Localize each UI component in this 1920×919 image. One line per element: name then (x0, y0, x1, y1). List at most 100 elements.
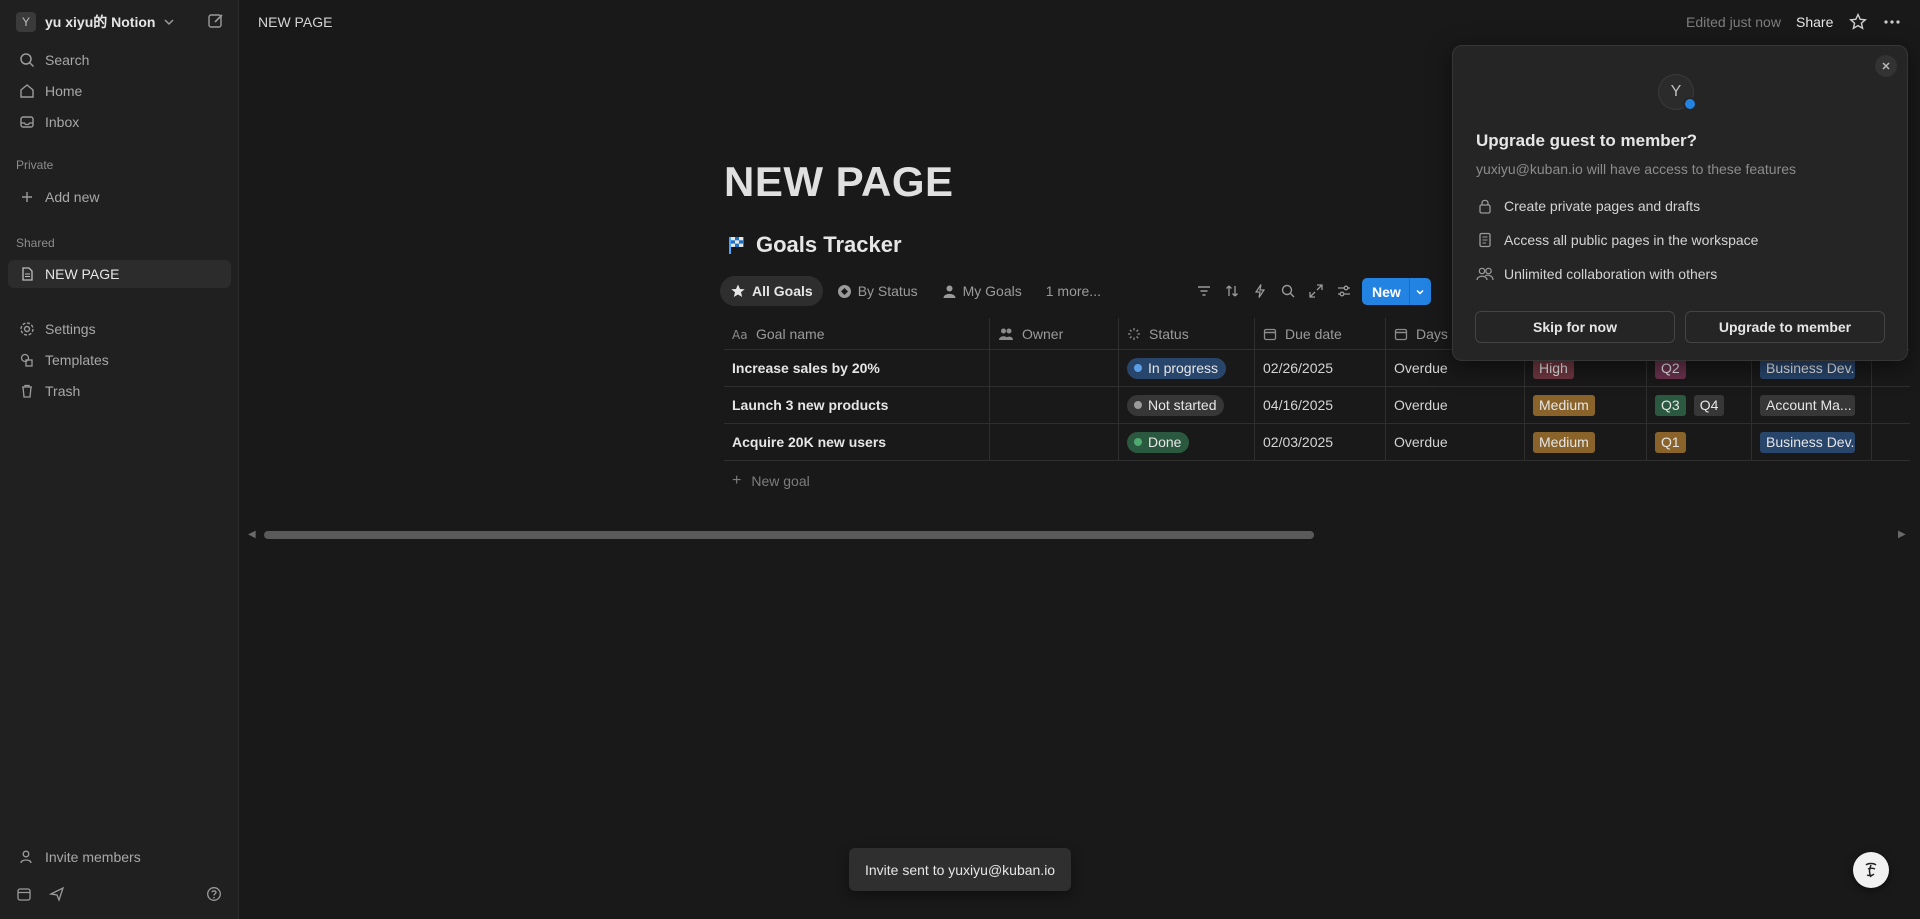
goal-name: Launch 3 new products (732, 397, 889, 413)
team-cell[interactable]: Account Ma... (1752, 387, 1872, 423)
document-icon (1476, 232, 1494, 248)
sidebar-item-search[interactable]: Search (8, 46, 231, 74)
days-cell[interactable]: Overdue (1386, 387, 1525, 423)
plus-icon: + (732, 472, 742, 489)
top-bar: NEW PAGE Edited just now Share (240, 0, 1920, 44)
goal-name-cell[interactable]: Launch 3 new products (724, 387, 990, 423)
send-icon[interactable] (49, 886, 65, 902)
more-options-icon[interactable] (1882, 12, 1902, 32)
chevron-down-icon[interactable] (1408, 278, 1431, 305)
goal-name-cell[interactable]: Increase sales by 20% (724, 350, 990, 386)
extra-cell[interactable] (1872, 387, 1910, 423)
quarter-cell[interactable]: Q1 (1647, 424, 1752, 460)
owner-cell[interactable] (990, 424, 1119, 460)
column-header-goal-name[interactable]: Aa Goal name (724, 318, 990, 349)
upgrade-arrow-icon (1683, 97, 1697, 111)
upgrade-to-member-button[interactable]: Upgrade to member (1685, 311, 1885, 343)
owner-cell[interactable] (990, 350, 1119, 386)
goal-name: Acquire 20K new users (732, 434, 887, 450)
due-date-cell[interactable]: 04/16/2025 (1255, 387, 1386, 423)
automation-bolt-icon[interactable] (1246, 283, 1274, 299)
database-title[interactable]: Goals Tracker (756, 232, 902, 258)
team-tag: Account Ma... (1760, 394, 1855, 416)
feature-label: Create private pages and drafts (1504, 198, 1701, 214)
shared-section-heading: Shared (16, 236, 55, 250)
status-label: Done (1148, 434, 1182, 450)
column-header-status[interactable]: Status (1119, 318, 1255, 349)
sidebar-item-templates[interactable]: Templates (8, 346, 231, 374)
due-date-cell[interactable]: 02/26/2025 (1255, 350, 1386, 386)
sidebar-item-inbox[interactable]: Inbox (8, 108, 231, 136)
search-icon[interactable] (1274, 283, 1302, 299)
sidebar-add-new[interactable]: Add new (8, 183, 231, 211)
scroll-left-arrow-icon[interactable]: ◀ (248, 529, 256, 540)
help-icon[interactable] (206, 886, 222, 902)
quarter-tag: Q1 (1655, 431, 1686, 453)
calendar-icon[interactable] (16, 886, 32, 902)
tab-label: My Goals (962, 283, 1022, 299)
status-cell[interactable]: In progress (1119, 350, 1255, 386)
horizontal-scrollbar[interactable] (264, 531, 1314, 539)
upgrade-guest-popover: Y Upgrade guest to member? yuxiyu@kuban.… (1452, 45, 1908, 361)
skip-for-now-button[interactable]: Skip for now (1475, 311, 1675, 343)
quarter-cell[interactable]: Q3 Q4 (1647, 387, 1752, 423)
sidebar-item-label: Inbox (45, 114, 80, 130)
calendar-icon (1394, 327, 1408, 341)
table-row[interactable]: Acquire 20K new users Done 02/03/2025 Ov… (724, 424, 1910, 461)
days-value: Overdue (1394, 397, 1448, 413)
owner-cell[interactable] (990, 387, 1119, 423)
new-goal-button[interactable]: + New goal (732, 472, 810, 490)
status-cell[interactable]: Done (1119, 424, 1255, 460)
status-cell[interactable]: Not started (1119, 387, 1255, 423)
workspace-switcher[interactable]: Y yu xiyu的 Notion (16, 10, 226, 34)
column-header-owner[interactable]: Owner (990, 318, 1119, 349)
expand-icon[interactable] (1302, 283, 1330, 299)
tab-more-views[interactable]: 1 more... (1036, 276, 1111, 306)
private-section-heading: Private (16, 158, 54, 172)
days-cell[interactable]: Overdue (1386, 424, 1525, 460)
status-dot (1134, 364, 1142, 372)
ai-face-icon (1860, 859, 1882, 881)
new-page-icon[interactable] (207, 12, 225, 30)
sidebar-item-settings[interactable]: Settings (8, 315, 231, 343)
status-label: In progress (1148, 360, 1219, 376)
due-date: 02/26/2025 (1263, 360, 1334, 376)
favorite-star-icon[interactable] (1848, 12, 1868, 32)
sort-icon[interactable] (1218, 283, 1246, 299)
checkered-flag-icon (728, 235, 746, 255)
sidebar-item-new-page[interactable]: NEW PAGE (8, 260, 231, 288)
share-button[interactable]: Share (1796, 14, 1833, 30)
search-icon (18, 51, 36, 69)
feature-item: Create private pages and drafts (1476, 198, 1700, 214)
column-header-due-date[interactable]: Due date (1255, 318, 1386, 349)
tab-by-status[interactable]: By Status (827, 276, 928, 306)
sidebar-item-home[interactable]: Home (8, 77, 231, 105)
sidebar-item-label: Add new (45, 189, 100, 205)
extra-cell[interactable] (1872, 424, 1910, 460)
new-record-button[interactable]: New (1362, 278, 1409, 305)
workspace-name: yu xiyu的 Notion (45, 14, 156, 30)
sidebar: Y yu xiyu的 Notion Search Home Inbox Priv… (0, 0, 239, 919)
text-property-icon: Aa (732, 327, 748, 341)
page-title[interactable]: NEW PAGE (724, 158, 954, 206)
days-value: Overdue (1394, 434, 1448, 450)
sidebar-item-trash[interactable]: Trash (8, 377, 231, 405)
table-row[interactable]: Launch 3 new products Not started 04/16/… (724, 387, 1910, 424)
scroll-right-arrow-icon[interactable]: ▶ (1898, 529, 1906, 540)
goal-name-cell[interactable]: Acquire 20K new users (724, 424, 990, 460)
due-date-cell[interactable]: 02/03/2025 (1255, 424, 1386, 460)
priority-cell[interactable]: Medium (1525, 424, 1647, 460)
chevron-down-icon (163, 16, 175, 28)
feature-label: Access all public pages in the workspace (1504, 232, 1759, 248)
sidebar-item-label: Home (45, 83, 83, 99)
notion-ai-assistant-button[interactable] (1853, 852, 1889, 888)
priority-cell[interactable]: Medium (1525, 387, 1647, 423)
breadcrumb[interactable]: NEW PAGE (258, 14, 332, 30)
close-icon[interactable] (1875, 55, 1897, 77)
settings-sliders-icon[interactable] (1330, 283, 1358, 299)
invite-members-button[interactable]: Invite members (8, 843, 231, 871)
tab-all-goals[interactable]: All Goals (720, 276, 823, 306)
team-cell[interactable]: Business Dev... (1752, 424, 1872, 460)
filter-icon[interactable] (1190, 283, 1218, 299)
tab-my-goals[interactable]: My Goals (932, 276, 1032, 306)
